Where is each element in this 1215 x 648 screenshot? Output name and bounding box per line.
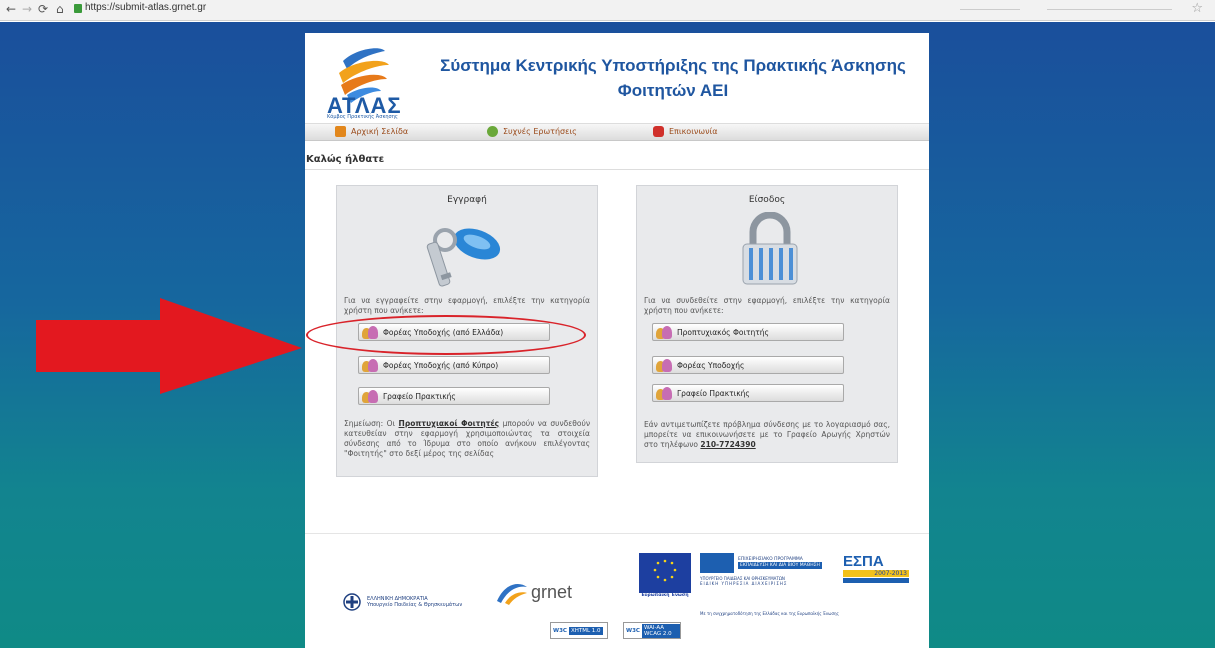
red-ellipse-annotation — [306, 315, 586, 355]
greek-emblem-icon — [343, 593, 361, 611]
login-title: Είσοδος — [748, 195, 786, 205]
program-logo[interactable]: ΕΠΙΧΕΙΡΗΣΙΑΚΟ ΠΡΟΓΡΑΜΜΑ ΕΚΠΑΙΔΕΥΣΗ ΚΑΙ Δ… — [700, 553, 834, 586]
tab-divider — [1047, 9, 1172, 10]
grnet-wordmark: grnet — [531, 581, 573, 602]
menu-contact[interactable]: Επικοινωνία — [653, 126, 718, 137]
tab-divider — [960, 9, 1020, 10]
help-icon — [487, 126, 498, 137]
register-internship-office-label: Γραφείο Πρακτικής — [383, 391, 456, 401]
cofund-text: Με τη συγχρηματοδότηση της Ελλάδας και τ… — [700, 611, 839, 616]
welcome-heading: Καλώς ήλθατε — [306, 154, 385, 165]
greek-flag-strip — [843, 578, 909, 583]
login-student-label: Προπτυχιακός Φοιτητής — [677, 327, 769, 337]
menu-faq[interactable]: Συχνές Ερωτήσεις — [487, 126, 577, 137]
users-icon — [362, 389, 378, 403]
register-title: Εγγραφή — [447, 195, 487, 205]
login-panel: Είσοδος Για να συνδεθείτε στην εφαρμογή,… — [636, 185, 898, 463]
ministry-line2: Υπουργείο Παιδείας & Θρησκευμάτων — [367, 602, 463, 608]
padlock-icon — [742, 212, 798, 285]
w3c-label: W3C — [626, 627, 640, 634]
back-icon[interactable]: ← — [6, 2, 16, 16]
footer-divider — [305, 533, 929, 534]
users-icon — [656, 325, 672, 339]
site-title-line1: Σύστημα Κεντρικής Υποστήριξης της Πρακτι… — [440, 56, 906, 75]
w3c-wai-badge[interactable]: W3C WAI-AA WCAG 2.0 — [623, 622, 681, 639]
login-student-button[interactable]: Προπτυχιακός Φοιτητής — [652, 323, 844, 341]
register-host-cyprus-label: Φορέας Υποδοχής (από Κύπρο) — [383, 360, 499, 370]
users-icon — [656, 386, 672, 400]
login-note: Εάν αντιμετωπίζετε πρόβλημα σύνδεσης με … — [644, 420, 890, 450]
register-note-prefix: Σημείωση: Οι — [344, 419, 396, 428]
login-host-button[interactable]: Φορέας Υποδοχής — [652, 356, 844, 374]
xhtml-label: XHTML 1.0 — [568, 626, 603, 635]
eu-flag[interactable]: Ευρωπαϊκή Ένωση — [639, 553, 691, 601]
w3c-xhtml-badge[interactable]: W3C XHTML 1.0 — [550, 622, 608, 639]
bookmark-star-icon[interactable]: ☆ — [1191, 1, 1203, 16]
ministry-line4: ΕΙΔΙΚΗ ΥΠΗΡΕΣΙΑ ΔΙΑΧΕΙΡΙΣΗΣ — [700, 581, 788, 586]
espa-logo[interactable]: ΕΣΠΑ 2007-2013 — [843, 553, 909, 583]
forward-icon[interactable]: → — [22, 2, 32, 16]
eu-stars-icon — [653, 559, 677, 582]
menu-contact-label: Επικοινωνία — [669, 127, 718, 136]
lock-icon — [74, 4, 82, 13]
menu-home[interactable]: Αρχική Σελίδα — [335, 126, 408, 137]
divider — [305, 169, 929, 170]
menu-faq-label: Συχνές Ερωτήσεις — [503, 127, 577, 136]
home-icon[interactable]: ⌂ — [56, 2, 64, 16]
grnet-logo[interactable]: grnet — [495, 579, 572, 605]
register-note: Σημείωση: Οι Προπτυχιακοί Φοιτητές μπορο… — [344, 419, 590, 459]
students-link[interactable]: Προπτυχιακοί Φοιτητές — [399, 419, 500, 428]
register-host-cyprus-button[interactable]: Φορέας Υποδοχής (από Κύπρο) — [358, 356, 550, 374]
login-internship-office-button[interactable]: Γραφείο Πρακτικής — [652, 384, 844, 402]
key-icon — [426, 228, 501, 287]
login-internship-office-label: Γραφείο Πρακτικής — [677, 388, 750, 398]
espa-wordmark: ΕΣΠΑ — [843, 553, 884, 570]
site-title: Σύστημα Κεντρικής Υποστήριξης της Πρακτι… — [423, 53, 923, 103]
users-icon — [656, 358, 672, 372]
home-icon — [335, 126, 346, 137]
program-icon — [700, 553, 734, 573]
ministry-logo[interactable]: ΕΛΛΗΝΙΚΗ ΔΗΜΟΚΡΑΤΙΑ Υπουργείο Παιδείας &… — [343, 593, 462, 611]
espa-years: 2007-2013 — [843, 570, 909, 577]
helpdesk-phone-link[interactable]: 210-7724390 — [700, 440, 755, 449]
register-instruction: Για να εγγραφείτε στην εφαρμογή, επιλέξτ… — [344, 296, 590, 315]
program-line2: ΕΚΠΑΙΔΕΥΣΗ ΚΑΙ ΔΙΑ ΒΙΟΥ ΜΑΘΗΣΗ — [738, 562, 822, 569]
login-host-label: Φορέας Υποδοχής — [677, 360, 745, 370]
red-arrow-annotation — [36, 298, 302, 394]
logo-subtext: Κόμβος Πρακτικής Άσκησης — [327, 114, 398, 120]
w3c-label: W3C — [553, 627, 567, 634]
reload-icon[interactable]: ⟳ — [38, 2, 48, 16]
login-instruction: Για να συνδεθείτε στην εφαρμογή, επιλέξτ… — [644, 296, 890, 315]
address-bar[interactable]: https://submit-atlas.grnet.gr — [85, 2, 206, 13]
top-menu: Αρχική Σελίδα Συχνές Ερωτήσεις Επικοινων… — [305, 123, 929, 141]
login-note-text: Εάν αντιμετωπίζετε πρόβλημα σύνδεσης με … — [644, 420, 890, 449]
menu-home-label: Αρχική Σελίδα — [351, 127, 409, 136]
wai-label: WAI-AA WCAG 2.0 — [641, 623, 680, 638]
grnet-swoosh-icon — [497, 583, 527, 605]
users-icon — [362, 358, 378, 372]
browser-toolbar: ← → ⟳ ⌂ https://submit-atlas.grnet.gr ☆ — [0, 0, 1215, 21]
eu-label: Ευρωπαϊκή Ένωση — [639, 593, 691, 601]
site-title-line2: Φοιτητών ΑΕΙ — [617, 81, 729, 100]
phone-icon — [653, 126, 664, 137]
register-internship-office-button[interactable]: Γραφείο Πρακτικής — [358, 387, 550, 405]
